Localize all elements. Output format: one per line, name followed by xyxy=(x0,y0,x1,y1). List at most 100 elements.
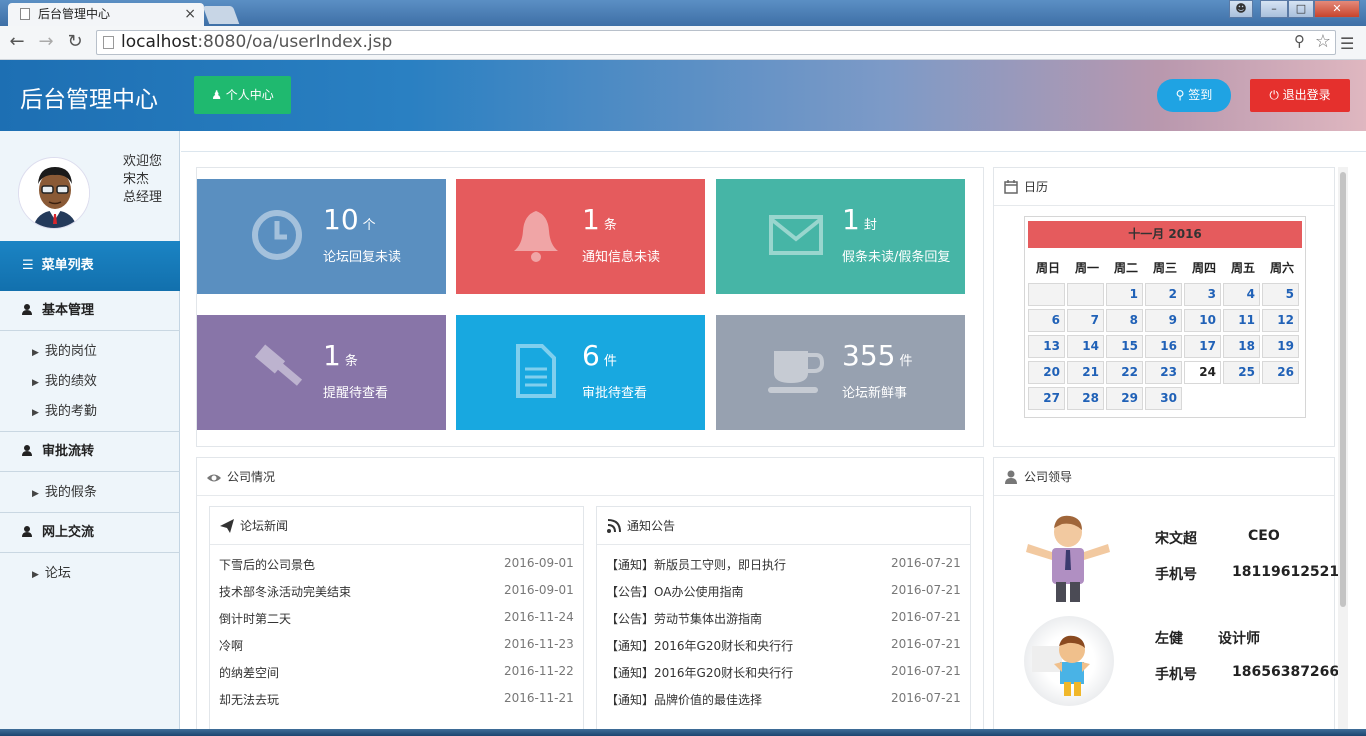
calendar-day[interactable]: 23 xyxy=(1145,361,1182,384)
profile-button[interactable]: ♟ 个人中心 xyxy=(194,76,291,114)
calendar-day[interactable]: 25 xyxy=(1223,361,1260,384)
menu-item-forum[interactable]: ▶ 论坛 xyxy=(0,559,180,589)
calendar-empty-cell xyxy=(1067,283,1104,306)
calendar-day[interactable]: 3 xyxy=(1184,283,1221,306)
bell-icon xyxy=(514,211,558,262)
calendar-day[interactable]: 18 xyxy=(1223,335,1260,358)
menu-group-basic[interactable]: 基本管理 xyxy=(0,291,180,331)
minimize-button[interactable]: – xyxy=(1260,0,1288,18)
leaders-panel-title: 公司领导 xyxy=(1024,470,1073,484)
user-icon[interactable]: ☻ xyxy=(1229,0,1253,18)
notice-link[interactable]: 【通知】新版员工守则，即日执行 xyxy=(606,556,786,573)
calendar-day[interactable]: 30 xyxy=(1145,387,1182,410)
calendar-day[interactable]: 8 xyxy=(1106,309,1143,332)
forum-news-link[interactable]: 冷啊 xyxy=(219,637,243,654)
caret-right-icon: ▶ xyxy=(32,570,39,580)
tile-reminders[interactable]: 1条 提醒待查看 xyxy=(197,315,446,430)
menu-item-my-attendance[interactable]: ▶ 我的考勤 xyxy=(0,397,180,427)
tile-forum-replies[interactable]: 10 个 论坛回复未读 xyxy=(197,179,446,294)
calendar-day[interactable]: 29 xyxy=(1106,387,1143,410)
tile-forum-news[interactable]: 355 件 论坛新鲜事 xyxy=(716,315,965,430)
calendar-day[interactable]: 22 xyxy=(1106,361,1143,384)
tile-notices[interactable]: 1条 通知信息未读 xyxy=(456,179,705,294)
browser-tab[interactable]: 后台管理中心 × xyxy=(8,3,204,26)
menu-item-my-leave[interactable]: ▶ 我的假条 xyxy=(0,478,180,508)
calendar-day[interactable]: 2 xyxy=(1145,283,1182,306)
forward-arrow-icon[interactable]: → xyxy=(35,31,57,53)
calendar-day[interactable]: 7 xyxy=(1067,309,1104,332)
leader-title: CEO xyxy=(1248,528,1280,544)
new-tab-button[interactable] xyxy=(202,6,240,24)
tile-leave[interactable]: 1封 假条未读/假条回复 xyxy=(716,179,965,294)
calendar-day[interactable]: 24 xyxy=(1184,361,1221,384)
window-close-button[interactable]: ✕ xyxy=(1314,0,1360,18)
calendar-day[interactable]: 20 xyxy=(1028,361,1065,384)
bookmark-star-icon[interactable]: ☆ xyxy=(1315,30,1331,53)
menu-group-approval[interactable]: 审批流转 xyxy=(0,432,180,472)
calendar-day[interactable]: 4 xyxy=(1223,283,1260,306)
scrollbar-thumb[interactable] xyxy=(1340,172,1346,607)
reload-icon[interactable]: ↻ xyxy=(64,31,86,53)
forum-news-link[interactable]: 技术部冬泳活动完美结束 xyxy=(219,583,351,600)
calendar-day[interactable]: 1 xyxy=(1106,283,1143,306)
forum-news-link[interactable]: 却无法去玩 xyxy=(219,691,279,708)
notice-link[interactable]: 【公告】劳动节集体出游指南 xyxy=(606,610,762,627)
calendar-day[interactable]: 9 xyxy=(1145,309,1182,332)
menu-item-my-post[interactable]: ▶ 我的岗位 xyxy=(0,337,180,367)
calendar-day[interactable]: 14 xyxy=(1067,335,1104,358)
tile-label: 通知信息未读 xyxy=(582,250,661,265)
notice-date: 2016-07-21 xyxy=(891,637,961,651)
calendar-day[interactable]: 28 xyxy=(1067,387,1104,410)
calendar-day[interactable]: 21 xyxy=(1067,361,1104,384)
weekday-label: 周三 xyxy=(1152,261,1177,275)
company-panel-header: 公司情况 xyxy=(197,458,983,496)
menu-item-my-performance[interactable]: ▶ 我的绩效 xyxy=(0,367,180,397)
browser-toolbar: ← → ↻ localhost:8080/oa/userIndex.jsp ⚲ … xyxy=(0,26,1366,60)
leader-phone: 18656387266 xyxy=(1232,664,1340,680)
back-arrow-icon[interactable]: ← xyxy=(6,31,28,53)
tab-title: 后台管理中心 xyxy=(38,7,111,21)
menu-group-communication[interactable]: 网上交流 xyxy=(0,513,180,553)
calendar-day[interactable]: 15 xyxy=(1106,335,1143,358)
menu-item-label: 我的考勤 xyxy=(44,404,97,419)
calendar-day[interactable]: 19 xyxy=(1262,335,1299,358)
calendar-widget: 十一月 2016 周日 周一 周二 周三 周四 周五 周六 1 2 3 4 5 6 7 8 9 10 11 12 1… xyxy=(1024,216,1306,418)
calendar-day[interactable]: 16 xyxy=(1145,335,1182,358)
calendar-day[interactable]: 6 xyxy=(1028,309,1065,332)
maximize-button[interactable]: □ xyxy=(1288,0,1314,18)
leader-title: 设计师 xyxy=(1218,631,1260,647)
forum-news-date: 2016-11-23 xyxy=(504,637,574,651)
weekday-label: 周四 xyxy=(1191,261,1216,275)
calendar-day[interactable]: 13 xyxy=(1028,335,1065,358)
tile-approvals[interactable]: 6件 审批待查看 xyxy=(456,315,705,430)
browser-menu-icon[interactable]: ☰ xyxy=(1340,34,1354,53)
sidebar: 欢迎您 宋杰 总经理 ☰ 菜单列表 基本管理 ▶ 我的岗位 ▶ 我的绩效 ▶ 我的考勤 … xyxy=(0,131,180,736)
forum-news-link[interactable]: 的纳差空间 xyxy=(219,664,279,681)
notice-header: 通知公告 xyxy=(597,507,970,545)
calendar-day[interactable]: 10 xyxy=(1184,309,1221,332)
sign-in-button[interactable]: ⚲ 签到 xyxy=(1157,79,1231,112)
calendar-day[interactable]: 12 xyxy=(1262,309,1299,332)
close-tab-icon[interactable]: × xyxy=(184,3,196,25)
tile-count: 6件 xyxy=(582,339,617,372)
forum-news-link[interactable]: 下雪后的公司景色 xyxy=(219,556,315,573)
logout-button[interactable]: ⏻ 退出登录 xyxy=(1250,79,1350,112)
notice-link[interactable]: 【通知】2016年G20财长和央行行 xyxy=(606,664,793,681)
forum-news-link[interactable]: 倒计时第二天 xyxy=(219,610,291,627)
sign-in-label: 签到 xyxy=(1188,88,1213,102)
weekday-label: 周一 xyxy=(1074,261,1099,275)
menu-list-header[interactable]: ☰ 菜单列表 xyxy=(0,241,180,291)
address-bar[interactable]: localhost:8080/oa/userIndex.jsp ⚲ ☆ xyxy=(96,30,1336,55)
calendar-day[interactable]: 26 xyxy=(1262,361,1299,384)
caret-right-icon: ▶ xyxy=(32,378,39,388)
calendar-day[interactable]: 27 xyxy=(1028,387,1065,410)
notice-link[interactable]: 【通知】品牌价值的最佳选择 xyxy=(606,691,762,708)
tile-label: 论坛回复未读 xyxy=(323,250,402,265)
calendar-day[interactable]: 11 xyxy=(1223,309,1260,332)
notice-link[interactable]: 【公告】OA办公使用指南 xyxy=(606,583,743,600)
key-icon[interactable]: ⚲ xyxy=(1294,30,1305,53)
calendar-day[interactable]: 17 xyxy=(1184,335,1221,358)
calendar-month-header[interactable]: 十一月 2016 xyxy=(1028,221,1302,248)
calendar-day[interactable]: 5 xyxy=(1262,283,1299,306)
notice-link[interactable]: 【通知】2016年G20财长和央行行 xyxy=(606,637,793,654)
